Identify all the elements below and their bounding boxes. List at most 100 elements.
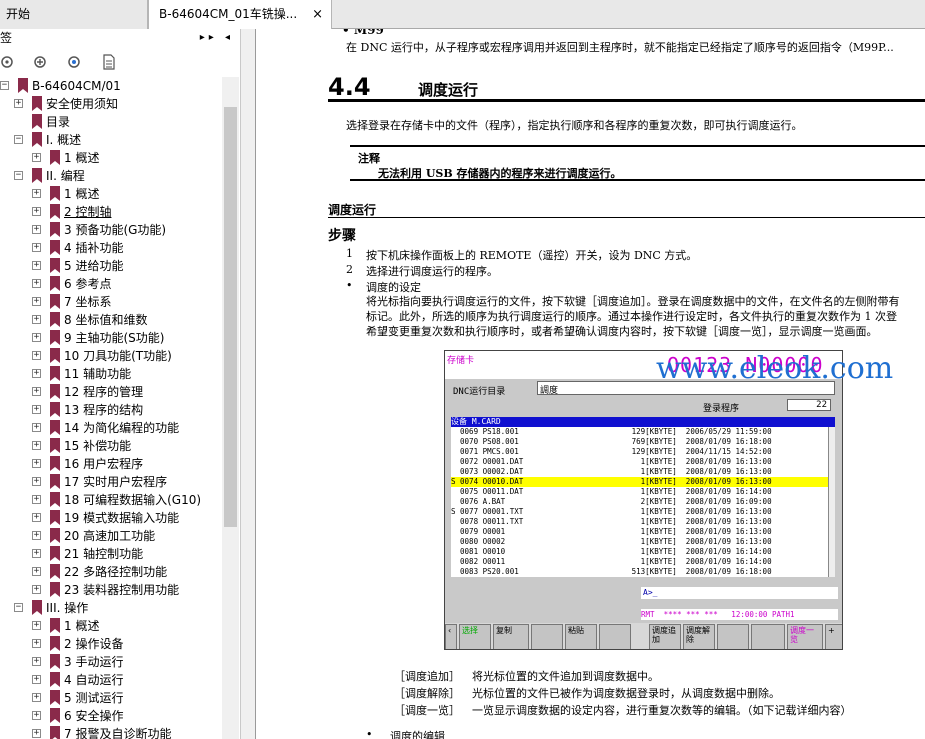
expand-icon[interactable]: +: [32, 531, 41, 540]
page-bookmark-icon[interactable]: [100, 53, 118, 71]
expand-icon[interactable]: +: [32, 513, 41, 522]
bookmark-item[interactable]: +5 测试运行: [0, 689, 222, 707]
expand-icon[interactable]: +: [32, 189, 41, 198]
note-label: 注释: [358, 152, 380, 165]
bookmark-item[interactable]: +12 程序的管理: [0, 383, 222, 401]
expand-icon[interactable]: +: [32, 621, 41, 630]
expand-icon[interactable]: +: [32, 675, 41, 684]
bookmark-item[interactable]: +2 控制轴: [0, 203, 222, 221]
bookmark-label: II. 编程: [46, 169, 85, 183]
collapse-icon[interactable]: −: [14, 603, 23, 612]
bookmark-item[interactable]: +20 高速加工功能: [0, 527, 222, 545]
bookmark-item[interactable]: +15 补偿功能: [0, 437, 222, 455]
close-tab-icon[interactable]: ×: [312, 0, 323, 29]
bookmark-item[interactable]: +21 轴控制功能: [0, 545, 222, 563]
expand-icon[interactable]: +: [32, 477, 41, 486]
bookmark-item[interactable]: +17 实时用户宏程序: [0, 473, 222, 491]
expand-icon[interactable]: +: [32, 333, 41, 342]
bookmark-item[interactable]: +5 进给功能: [0, 257, 222, 275]
expand-icon[interactable]: +: [32, 387, 41, 396]
expand-icon[interactable]: +: [32, 441, 41, 450]
expand-icon[interactable]: +: [14, 99, 23, 108]
bookmark-item[interactable]: − B-64604CM/01: [0, 77, 222, 95]
bookmark-item[interactable]: +3 预备功能(G功能): [0, 221, 222, 239]
bookmark-label: 7 坐标系: [64, 295, 112, 309]
expand-icon[interactable]: +: [32, 297, 41, 306]
collapse-icon[interactable]: −: [14, 135, 23, 144]
bookmark-item[interactable]: +23 装料器控制用功能: [0, 581, 222, 599]
bookmark-item[interactable]: +19 模式数据输入功能: [0, 509, 222, 527]
bookmark-item[interactable]: − II. 编程: [0, 167, 222, 185]
expand-icon[interactable]: +: [32, 423, 41, 432]
bookmark-item[interactable]: +1 概述: [0, 149, 222, 167]
note-box: 注释 无法利用 USB 存储器内的程序来进行调度运行。: [350, 145, 925, 181]
expand-icon[interactable]: +: [32, 243, 41, 252]
expand-icon[interactable]: +: [32, 225, 41, 234]
bookmark-item[interactable]: +11 辅助功能: [0, 365, 222, 383]
bookmark-item[interactable]: +18 可编程数据输入(G10): [0, 491, 222, 509]
expand-icon[interactable]: +: [32, 711, 41, 720]
bookmark-item[interactable]: +14 为简化编程的功能: [0, 419, 222, 437]
expand-icon[interactable]: +: [32, 657, 41, 666]
expand-icon[interactable]: +: [32, 639, 41, 648]
softkey-name: ［调度一览］: [394, 704, 460, 717]
expand-icon[interactable]: +: [32, 369, 41, 378]
panel-splitter[interactable]: [240, 29, 256, 739]
bookmark-item[interactable]: − III. 操作: [0, 599, 222, 617]
expand-icon[interactable]: +: [32, 315, 41, 324]
collapse-icon[interactable]: −: [0, 81, 9, 90]
bookmarks-scrollbar[interactable]: [222, 77, 239, 739]
bookmark-item[interactable]: +2 操作设备: [0, 635, 222, 653]
cnc-softkey: 粘贴: [565, 624, 597, 649]
bookmark-options-icon[interactable]: [0, 53, 18, 71]
collapse-panel-icon[interactable]: ▸▸ ◂: [200, 29, 234, 47]
expand-icon[interactable]: +: [32, 279, 41, 288]
bookmark-item[interactable]: +7 坐标系: [0, 293, 222, 311]
bookmark-item[interactable]: +4 插补功能: [0, 239, 222, 257]
bookmarks-title: 签: [0, 31, 13, 45]
expand-icon[interactable]: +: [32, 405, 41, 414]
cnc-softkey: 调度追加: [649, 624, 681, 649]
expand-icon[interactable]: +: [32, 261, 41, 270]
add-bookmark-icon[interactable]: [66, 53, 84, 71]
bookmark-item[interactable]: +1 概述: [0, 617, 222, 635]
bookmark-item[interactable]: +8 坐标值和维数: [0, 311, 222, 329]
expand-icon[interactable]: +: [32, 495, 41, 504]
tab-document[interactable]: B-64604CM_01车铣操... ×: [148, 0, 332, 30]
expand-bookmark-icon[interactable]: [32, 53, 50, 71]
expand-icon[interactable]: +: [32, 567, 41, 576]
bookmark-item[interactable]: +7 报警及自诊断功能: [0, 725, 222, 739]
step-marker: •: [346, 279, 353, 292]
bookmark-item[interactable]: +3 手动运行: [0, 653, 222, 671]
bookmark-item[interactable]: +13 程序的结构: [0, 401, 222, 419]
bookmark-item[interactable]: +9 主轴功能(S功能): [0, 329, 222, 347]
bookmark-label: 14 为简化编程的功能: [64, 421, 180, 435]
bookmark-item[interactable]: +6 安全操作: [0, 707, 222, 725]
bookmark-icon: [32, 600, 42, 615]
bookmark-item[interactable]: + 安全使用须知: [0, 95, 222, 113]
expand-icon[interactable]: +: [32, 459, 41, 468]
bookmark-item[interactable]: +22 多路径控制功能: [0, 563, 222, 581]
bookmark-item[interactable]: +10 刀具功能(T功能): [0, 347, 222, 365]
bookmark-item[interactable]: +1 概述: [0, 185, 222, 203]
expand-icon[interactable]: +: [32, 549, 41, 558]
expand-icon[interactable]: +: [32, 585, 41, 594]
softkey-description: 一览显示调度数据的设定内容，进行重复次数等的编辑。（如下记载详细内容）: [472, 704, 852, 717]
bookmark-item[interactable]: +4 自动运行: [0, 671, 222, 689]
expand-icon[interactable]: +: [32, 693, 41, 702]
expand-icon[interactable]: +: [32, 153, 41, 162]
expand-icon[interactable]: +: [32, 729, 41, 738]
expand-icon[interactable]: +: [32, 351, 41, 360]
bookmark-item[interactable]: 目录: [0, 113, 222, 131]
section-number: 4.4: [328, 73, 371, 101]
tab-home[interactable]: 开始: [0, 0, 148, 29]
expand-icon[interactable]: +: [32, 207, 41, 216]
bookmark-item[interactable]: − I. 概述: [0, 131, 222, 149]
file-row: S 0074 O0010.DAT 1[KBYTE] 2008/01/09 16:…: [451, 477, 828, 487]
m99-heading: • M99: [342, 29, 384, 37]
bookmark-icon: [50, 708, 60, 723]
bookmark-item[interactable]: +16 用户宏程序: [0, 455, 222, 473]
scrollbar-thumb[interactable]: [224, 107, 237, 527]
bookmark-item[interactable]: +6 参考点: [0, 275, 222, 293]
collapse-icon[interactable]: −: [14, 171, 23, 180]
